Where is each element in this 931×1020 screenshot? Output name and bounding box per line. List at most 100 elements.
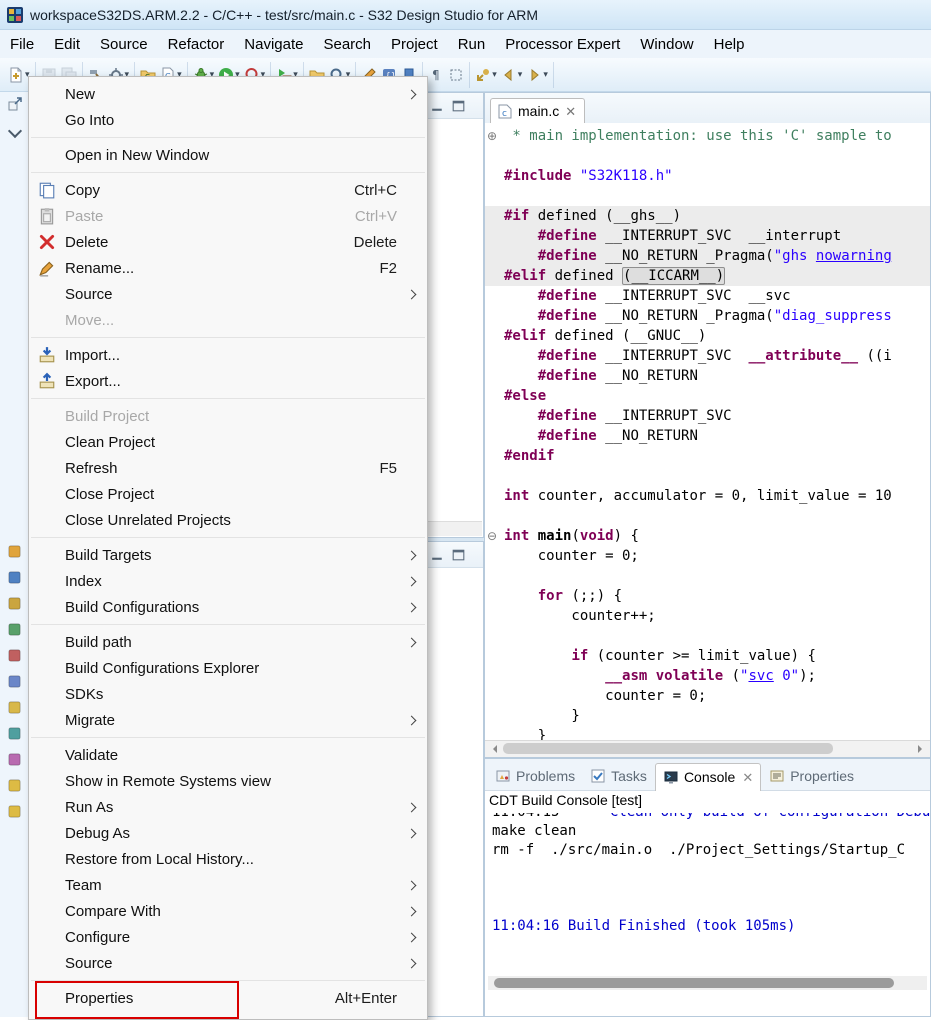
tab-console[interactable]: Console✕ [655, 763, 761, 791]
menu-item-migrate[interactable]: Migrate [29, 707, 427, 733]
tab-problems[interactable]: Problems [488, 763, 582, 790]
menu-item-import[interactable]: Import... [29, 342, 427, 368]
menu-item-refresh[interactable]: RefreshF5 [29, 455, 427, 481]
menu-source[interactable]: Source [90, 32, 158, 57]
console-hscrollbar[interactable] [488, 976, 927, 990]
submenu-chevron-icon [403, 712, 419, 728]
minimized-view-icon[interactable] [7, 596, 22, 611]
menu-window[interactable]: Window [630, 32, 703, 57]
menu-processor-expert[interactable]: Processor Expert [495, 32, 630, 57]
minimized-view-icon[interactable] [7, 544, 22, 559]
menu-item-go-into[interactable]: Go Into [29, 107, 427, 133]
menu-project[interactable]: Project [381, 32, 448, 57]
back-icon [501, 67, 517, 83]
code-viewport[interactable]: ⊕ * main implementation: use this 'C' sa… [485, 123, 930, 741]
menu-item-paste: PasteCtrl+V [29, 203, 427, 229]
menu-item-delete[interactable]: DeleteDelete [29, 229, 427, 255]
tab-tasks[interactable]: Tasks [583, 763, 654, 790]
menu-item-export[interactable]: Export... [29, 368, 427, 394]
minimized-view-icon[interactable] [7, 622, 22, 637]
last-edit-button[interactable]: ▾ [473, 65, 499, 85]
code-token: 0" [774, 668, 799, 684]
menu-item-label: Source [65, 955, 113, 972]
code-token [504, 428, 538, 444]
minimized-view-icon[interactable] [7, 700, 22, 715]
minimized-view-icon[interactable] [7, 804, 22, 819]
menu-item-show-in-remote-systems-view[interactable]: Show in Remote Systems view [29, 768, 427, 794]
menu-item-rename[interactable]: Rename...F2 [29, 255, 427, 281]
maximize-icon[interactable] [450, 97, 467, 114]
menu-item-validate[interactable]: Validate [29, 742, 427, 768]
code-token: #include [504, 168, 571, 184]
menu-item-index[interactable]: Index [29, 568, 427, 594]
minimized-view-icon[interactable] [7, 752, 22, 767]
menu-navigate[interactable]: Navigate [234, 32, 313, 57]
menu-help[interactable]: Help [704, 32, 755, 57]
code-token: #endif [504, 448, 555, 464]
menu-search[interactable]: Search [313, 32, 381, 57]
menu-file[interactable]: File [0, 32, 44, 57]
scroll-right-arrow-icon[interactable] [918, 745, 926, 753]
fold-collapse-icon[interactable]: ⊖ [487, 526, 497, 546]
editor-hscrollbar-thumb[interactable] [503, 743, 833, 754]
maximize-icon[interactable] [450, 546, 467, 563]
forward-button[interactable]: ▾ [524, 65, 550, 85]
minimize-icon[interactable] [429, 97, 446, 114]
show-whitespace-button[interactable]: ¶ [426, 65, 446, 85]
menu-item-clean-project[interactable]: Clean Project [29, 429, 427, 455]
close-icon[interactable]: ✕ [565, 105, 576, 118]
menu-item-build-targets[interactable]: Build Targets [29, 542, 427, 568]
menu-item-configure[interactable]: Configure [29, 924, 427, 950]
menu-item-copy[interactable]: CopyCtrl+C [29, 177, 427, 203]
dropdown-caret-icon[interactable]: ▾ [543, 70, 548, 79]
close-icon[interactable]: ✕ [742, 771, 753, 784]
menu-item-team[interactable]: Team [29, 872, 427, 898]
menu-item-source[interactable]: Source [29, 281, 427, 307]
menu-separator [31, 137, 425, 138]
block-selection-button[interactable] [446, 65, 466, 85]
console-output[interactable]: 11:04:15 **** Clean-only build of config… [492, 813, 930, 972]
menu-item-label: New [65, 86, 95, 103]
tab-properties[interactable]: Properties [762, 763, 861, 790]
menu-edit[interactable]: Edit [44, 32, 90, 57]
menu-item-close-unrelated-projects[interactable]: Close Unrelated Projects [29, 507, 427, 533]
menu-item-properties[interactable]: PropertiesAlt+Enter [29, 985, 427, 1011]
back-button[interactable]: ▾ [499, 65, 525, 85]
menu-item-build-configurations-explorer[interactable]: Build Configurations Explorer [29, 655, 427, 681]
chevron-down-icon[interactable] [7, 124, 21, 138]
minimized-view-icon[interactable] [7, 570, 22, 585]
console-hscrollbar-thumb[interactable] [494, 978, 894, 988]
editor-tab-main-c[interactable]: c main.c ✕ [490, 98, 585, 124]
menu-item-debug-as[interactable]: Debug As [29, 820, 427, 846]
code-token: counter = 0; [504, 688, 706, 704]
minimized-view-icon[interactable] [7, 778, 22, 793]
menu-item-run-as[interactable]: Run As [29, 794, 427, 820]
menu-item-source[interactable]: Source [29, 950, 427, 976]
dropdown-caret-icon[interactable]: ▾ [492, 70, 497, 79]
menu-item-build-configurations[interactable]: Build Configurations [29, 594, 427, 620]
restore-view-icon[interactable] [7, 96, 23, 112]
fold-expand-icon[interactable]: ⊕ [487, 126, 497, 146]
code-line [485, 626, 930, 646]
dropdown-caret-icon[interactable]: ▾ [518, 70, 523, 79]
menu-item-restore-from-local-history[interactable]: Restore from Local History... [29, 846, 427, 872]
code-line: #include "S32K118.h" [485, 166, 930, 186]
menu-item-sdks[interactable]: SDKs [29, 681, 427, 707]
minimize-icon[interactable] [429, 546, 446, 563]
menu-item-build-path[interactable]: Build path [29, 629, 427, 655]
menu-item-open-in-new-window[interactable]: Open in New Window [29, 142, 427, 168]
scroll-left-arrow-icon[interactable] [489, 745, 497, 753]
editor-hscrollbar[interactable] [485, 740, 930, 757]
minimized-view-icon[interactable] [7, 674, 22, 689]
menu-item-compare-with[interactable]: Compare With [29, 898, 427, 924]
minimized-view-icon[interactable] [7, 726, 22, 741]
code-token: if [571, 648, 588, 664]
menu-item-close-project[interactable]: Close Project [29, 481, 427, 507]
menu-refactor[interactable]: Refactor [158, 32, 235, 57]
menu-item-label: Rename... [65, 260, 134, 277]
console-line: 11:04:16 Build Finished (took 105ms) [492, 917, 930, 936]
minimized-view-icon[interactable] [7, 648, 22, 663]
menu-item-new[interactable]: New [29, 81, 427, 107]
menu-run[interactable]: Run [448, 32, 496, 57]
code-line: __asm volatile ("svc 0"); [485, 666, 930, 686]
